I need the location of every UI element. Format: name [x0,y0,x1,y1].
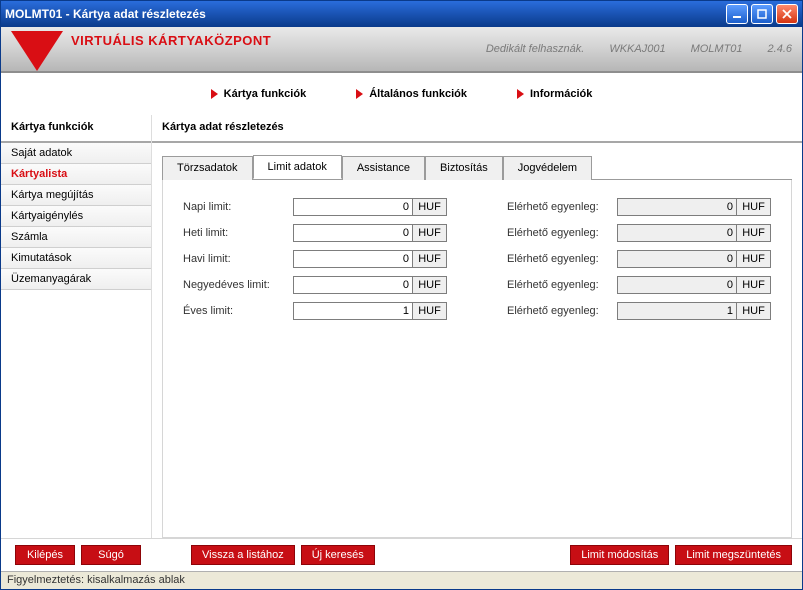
tab-label: Assistance [357,162,410,174]
balance-label: Elérhető egyenleg: [507,227,617,239]
currency-unit: HUF [413,276,447,294]
footer: Kilépés Súgó Vissza a listához Új keresé… [1,538,802,571]
balance-label: Elérhető egyenleg: [507,279,617,291]
eves-limit-label: Éves limit: [183,305,293,317]
napi-balance-output [617,198,737,216]
currency-unit: HUF [413,198,447,216]
topnav-label: Információk [530,88,592,100]
negyedeves-limit-label: Negyedéves limit: [183,279,293,291]
currency-unit: HUF [737,250,771,268]
page-title: Kártya adat részletezés [152,115,802,143]
terminal-id: MOLMT01 [691,43,743,55]
maximize-icon [757,9,767,19]
currency-unit: HUF [413,250,447,268]
heti-limit-label: Heti limit: [183,227,293,239]
currency-unit: HUF [413,224,447,242]
chevron-right-icon [211,89,218,99]
sidebar-item-label: Kártya megújítás [11,189,94,201]
havi-limit-label: Havi limit: [183,253,293,265]
vissza-button[interactable]: Vissza a listához [191,545,295,565]
negyedeves-balance-output [617,276,737,294]
sidebar-item-uzemanyagarak[interactable]: Üzemanyagárak [1,269,151,290]
sidebar-item-label: Kártyalista [11,168,67,180]
window-title: MOLMT01 - Kártya adat részletezés [5,7,206,21]
dedicated-label: Dedikált felhasznák. [486,43,584,55]
minimize-icon [732,9,742,19]
minimize-button[interactable] [726,4,748,24]
limit-modositas-button[interactable]: Limit módosítás [570,545,669,565]
brand-text: VIRTUÁLIS KÁRTYAKÖZPONT [71,33,271,48]
sidebar: Kártya funkciók Saját adatok Kártyalista… [1,115,152,538]
sidebar-item-label: Saját adatok [11,147,72,159]
topnav-label: Kártya funkciók [224,88,307,100]
chevron-right-icon [356,89,363,99]
maximize-button[interactable] [751,4,773,24]
havi-limit-input[interactable] [293,250,413,268]
currency-unit: HUF [737,276,771,294]
sidebar-item-label: Kártyaigénylés [11,210,83,222]
sidebar-item-kartyalista[interactable]: Kártyalista [1,164,151,185]
close-icon [782,9,792,19]
eves-limit-input[interactable] [293,302,413,320]
banner-meta: Dedikált felhasznák. WKKAJ001 MOLMT01 2.… [486,43,792,55]
sidebar-item-label: Üzemanyagárak [11,273,91,285]
tab-biztositas[interactable]: Biztosítás [425,156,503,180]
topnav-label: Általános funkciók [369,88,467,100]
sidebar-item-label: Kimutatások [11,252,72,264]
tab-label: Jogvédelem [518,162,577,174]
sidebar-item-label: Számla [11,231,48,243]
statusbar: Figyelmeztetés: kisalkalmazás ablak [1,571,802,589]
havi-balance-output [617,250,737,268]
tab-label: Biztosítás [440,162,488,174]
top-nav: Kártya funkciók Általános funkciók Infor… [1,73,802,115]
ujkereses-button[interactable]: Új keresés [301,545,375,565]
currency-unit: HUF [737,198,771,216]
dedicated-value: WKKAJ001 [609,43,665,55]
napi-limit-label: Napi limit: [183,201,293,213]
main-panel: Kártya adat részletezés Törzsadatok Limi… [152,115,802,538]
sidebar-item-kartyaigenyles[interactable]: Kártyaigénylés [1,206,151,227]
app-version: 2.4.6 [768,43,792,55]
sidebar-item-kartya-megujitas[interactable]: Kártya megújítás [1,185,151,206]
close-button[interactable] [776,4,798,24]
tab-torzsadatok[interactable]: Törzsadatok [162,156,253,180]
tab-body: Napi limit: HUF Elérhető egyenleg: HUF H… [162,180,792,538]
heti-balance-output [617,224,737,242]
app-window: MOLMT01 - Kártya adat részletezés VIRTUÁ… [0,0,803,590]
tab-jogvedelem[interactable]: Jogvédelem [503,156,592,180]
balance-label: Elérhető egyenleg: [507,201,617,213]
banner: VIRTUÁLIS KÁRTYAKÖZPONT Dedikált felhasz… [1,27,802,73]
topnav-altalanos-funkciok[interactable]: Általános funkciók [356,88,467,100]
tab-limit-adatok[interactable]: Limit adatok [253,155,342,179]
sidebar-item-szamla[interactable]: Számla [1,227,151,248]
tab-label: Törzsadatok [177,162,238,174]
tabstrip: Törzsadatok Limit adatok Assistance Bizt… [162,155,792,180]
eves-balance-output [617,302,737,320]
window-controls [726,4,798,24]
napi-limit-input[interactable] [293,198,413,216]
tab-assistance[interactable]: Assistance [342,156,425,180]
chevron-right-icon [517,89,524,99]
sidebar-title: Kártya funkciók [1,115,151,143]
balance-label: Elérhető egyenleg: [507,253,617,265]
kilepes-button[interactable]: Kilépés [15,545,75,565]
logo-icon [11,31,63,71]
heti-limit-input[interactable] [293,224,413,242]
topnav-kartya-funkciok[interactable]: Kártya funkciók [211,88,307,100]
titlebar: MOLMT01 - Kártya adat részletezés [1,1,802,27]
currency-unit: HUF [737,302,771,320]
currency-unit: HUF [413,302,447,320]
topnav-informaciok[interactable]: Információk [517,88,592,100]
negyedeves-limit-input[interactable] [293,276,413,294]
sidebar-item-sajat-adatok[interactable]: Saját adatok [1,143,151,164]
currency-unit: HUF [737,224,771,242]
sidebar-item-kimutatasok[interactable]: Kimutatások [1,248,151,269]
sugo-button[interactable]: Súgó [81,545,141,565]
tab-label: Limit adatok [268,161,327,173]
balance-label: Elérhető egyenleg: [507,305,617,317]
limit-megszuntetes-button[interactable]: Limit megszüntetés [675,545,792,565]
